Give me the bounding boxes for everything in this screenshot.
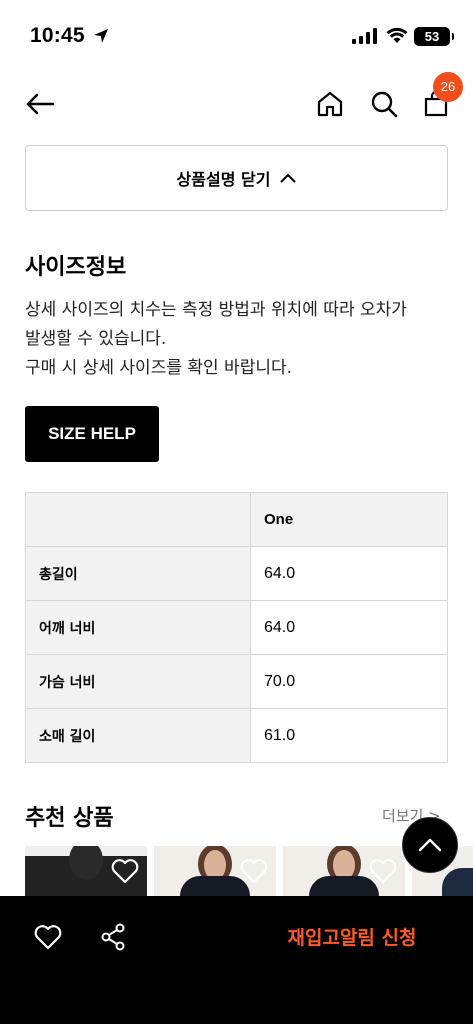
table-row-value: 64.0 (250, 546, 448, 601)
size-table: One 총길이 64.0 어깨 너비 64.0 가슴 너비 70.0 소매 길이… (25, 492, 448, 763)
heart-icon[interactable] (34, 924, 62, 950)
home-icon[interactable] (312, 86, 348, 122)
search-icon[interactable] (366, 86, 402, 122)
table-row-label: 가슴 너비 (25, 654, 251, 709)
back-icon[interactable] (22, 86, 58, 122)
top-nav (0, 76, 473, 132)
table-row-label: 소매 길이 (25, 708, 251, 763)
heart-icon[interactable] (369, 858, 397, 884)
table-row-value: 70.0 (250, 654, 448, 709)
size-help-button[interactable]: SIZE HELP (25, 406, 159, 462)
collapse-label: 상품설명 닫기 (176, 170, 271, 189)
scroll-to-top-button[interactable] (402, 817, 458, 873)
size-description: 상세 사이즈의 치수는 측정 방법과 위치에 따라 오차가 발생할 수 있습니다… (25, 296, 455, 383)
table-header-cell: One (250, 492, 448, 547)
table-row: 총길이 64.0 (25, 546, 448, 601)
cellular-signal-icon (352, 28, 377, 44)
table-row-value: 64.0 (250, 600, 448, 655)
heart-icon[interactable] (111, 858, 139, 884)
restock-alert-button[interactable]: 재입고알림 신청 (262, 920, 442, 956)
size-info-title: 사이즈정보 (25, 255, 127, 280)
status-time: 10:45 (30, 24, 85, 47)
chevron-up-icon (418, 838, 442, 852)
table-header-row: One (25, 492, 448, 547)
table-row: 어깨 너비 64.0 (25, 600, 448, 655)
recommend-title: 추천 상품 (25, 806, 114, 831)
table-row: 소매 길이 61.0 (25, 708, 448, 763)
table-header-cell (25, 492, 251, 547)
cart-count-badge: 26 (433, 72, 463, 102)
location-arrow-icon (94, 29, 108, 43)
collapse-description-button[interactable]: 상품설명 닫기 (25, 145, 448, 211)
battery-indicator: 53 (414, 27, 454, 46)
bottom-action-bar: 재입고알림 신청 (0, 896, 473, 1024)
size-desc-line: 구매 시 상세 사이즈를 확인 바랍니다. (25, 358, 293, 378)
chevron-up-icon (280, 173, 297, 183)
table-row: 가슴 너비 70.0 (25, 654, 448, 709)
size-desc-line: 상세 사이즈의 치수는 측정 방법과 위치에 따라 오차가 (25, 300, 407, 320)
table-row-value: 61.0 (250, 708, 448, 763)
size-desc-line: 발생할 수 있습니다. (25, 329, 167, 349)
status-bar: 10:45 53 (0, 0, 473, 76)
share-icon[interactable] (100, 923, 126, 951)
heart-icon[interactable] (240, 858, 268, 884)
product-image (69, 846, 103, 880)
table-row-label: 총길이 (25, 546, 251, 601)
table-row-label: 어깨 너비 (25, 600, 251, 655)
wifi-icon (386, 27, 408, 43)
